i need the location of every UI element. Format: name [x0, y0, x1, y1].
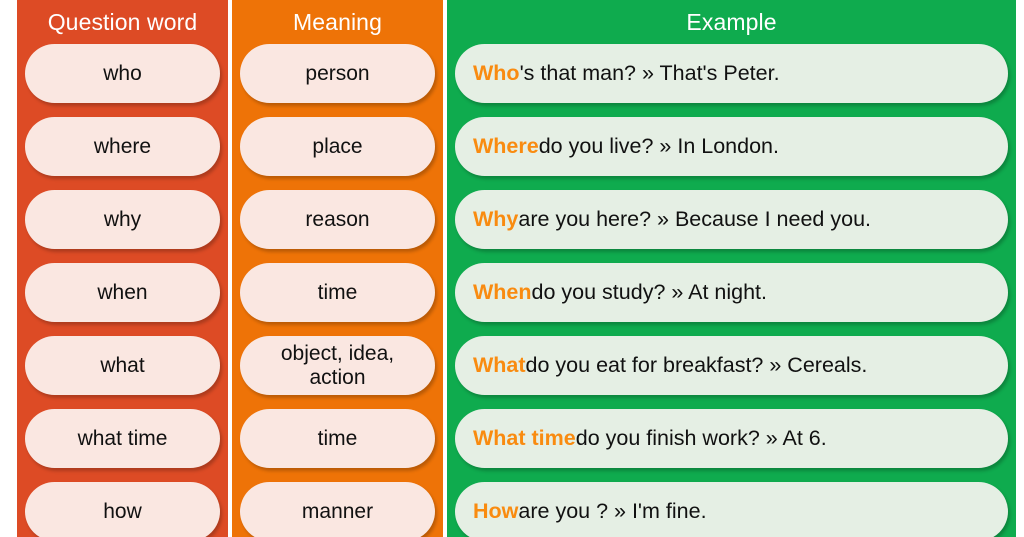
question-word-pill: when: [25, 263, 220, 322]
column-question-word: Question word who where why when what what ti…: [17, 0, 228, 537]
meaning-label: time: [317, 426, 358, 450]
left-page-margin: [0, 0, 17, 537]
column-example: Example Who's that man? » That's Peter. W…: [447, 0, 1016, 537]
example-pill: When do you study? » At night.: [455, 263, 1008, 322]
example-highlight-word: Where: [473, 134, 539, 158]
example-pill: Why are you here? » Because I need you.: [455, 190, 1008, 249]
question-word-pill: what time: [25, 409, 220, 468]
question-word-cells: who where why when what what time how: [17, 44, 228, 537]
example-sentence-rest: 's that man? » That's Peter.: [519, 61, 780, 85]
meaning-label: place: [312, 134, 363, 158]
question-word-label: how: [103, 499, 142, 523]
example-pill: Where do you live? » In London.: [455, 117, 1008, 176]
example-sentence-rest: do you eat for breakfast? » Cereals.: [525, 353, 868, 377]
example-sentence-rest: do you live? » In London.: [538, 134, 779, 158]
question-word-label: where: [93, 134, 152, 158]
question-word-pill: how: [25, 482, 220, 537]
question-word-pill: what: [25, 336, 220, 395]
question-word-label: when: [97, 280, 148, 304]
header-meaning: Meaning: [293, 8, 382, 35]
meaning-label: object, idea, action: [280, 342, 395, 389]
question-word-pill: who: [25, 44, 220, 103]
example-sentence-rest: do you finish work? » At 6.: [575, 426, 827, 450]
example-sentence-rest: are you ? » I'm fine.: [518, 499, 707, 523]
meaning-pill: time: [240, 263, 435, 322]
meaning-label: person: [305, 61, 370, 85]
example-highlight-word: What time: [473, 426, 576, 450]
question-words-table: Question word who where why when what what ti…: [0, 0, 1024, 537]
example-pill: What time do you finish work? » At 6.: [455, 409, 1008, 468]
example-sentence-rest: do you study? » At night.: [531, 280, 768, 304]
meaning-cells: person place reason time object, idea, actio…: [232, 44, 443, 537]
question-word-label: who: [103, 61, 142, 85]
question-word-label: what time: [77, 426, 168, 450]
example-pill: Who's that man? » That's Peter.: [455, 44, 1008, 103]
meaning-pill: reason: [240, 190, 435, 249]
meaning-pill: person: [240, 44, 435, 103]
header-question-word: Question word: [47, 8, 198, 35]
meaning-label: manner: [301, 499, 374, 523]
example-highlight-word: Who: [473, 61, 520, 85]
question-word-pill: why: [25, 190, 220, 249]
right-page-margin: [1016, 0, 1024, 537]
question-word-label: why: [103, 207, 142, 231]
example-pill: How are you ? » I'm fine.: [455, 482, 1008, 537]
question-word-pill: where: [25, 117, 220, 176]
example-highlight-word: How: [473, 499, 519, 523]
example-highlight-word: When: [473, 280, 532, 304]
meaning-pill: place: [240, 117, 435, 176]
example-highlight-word: Why: [473, 207, 519, 231]
example-cells: Who's that man? » That's Peter. Where do …: [447, 44, 1016, 537]
example-highlight-word: What: [473, 353, 526, 377]
meaning-label: time: [317, 280, 358, 304]
meaning-label: reason: [305, 207, 370, 231]
example-pill: What do you eat for breakfast? » Cereals…: [455, 336, 1008, 395]
question-word-label: what: [100, 353, 145, 377]
column-meaning: Meaning person place reason time object, ide…: [232, 0, 443, 537]
header-example: Example: [686, 8, 777, 35]
meaning-pill: object, idea, action: [240, 336, 435, 395]
meaning-pill: time: [240, 409, 435, 468]
example-sentence-rest: are you here? » Because I need you.: [518, 207, 871, 231]
meaning-pill: manner: [240, 482, 435, 537]
